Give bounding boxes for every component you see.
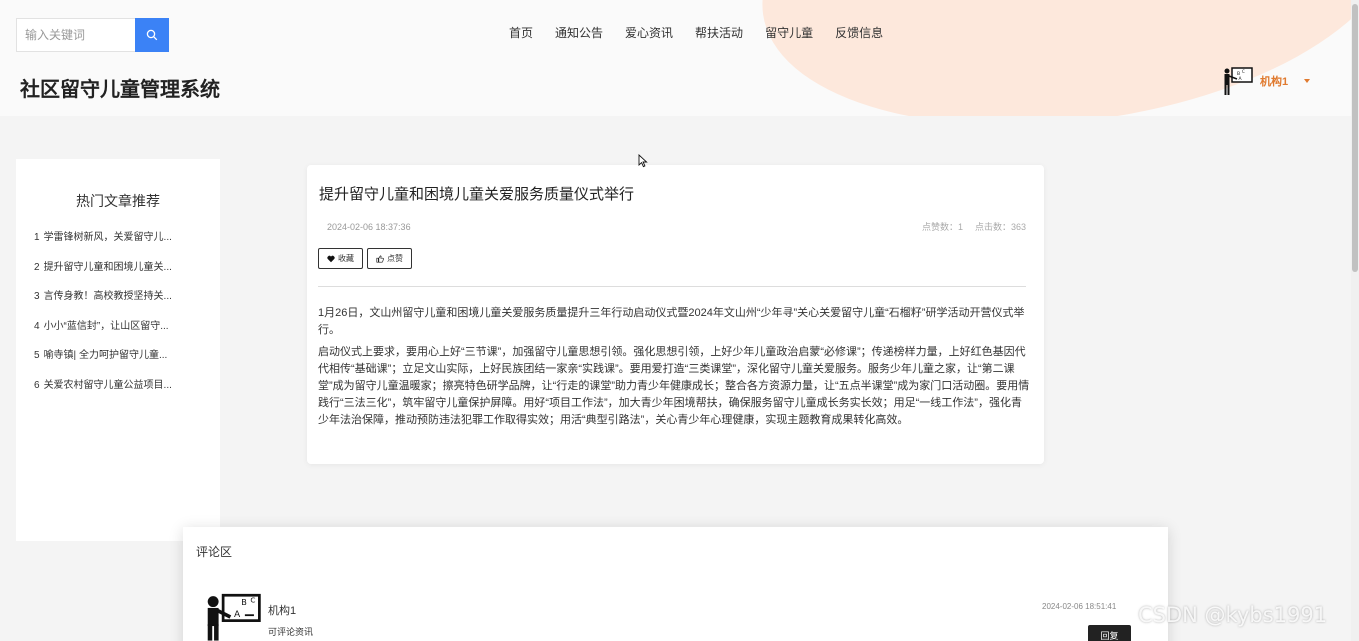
search-icon [146, 29, 158, 41]
article-divider [318, 286, 1026, 287]
article-paragraph: 启动仪式上要求，要用心上好“三节课”，加强留守儿童思想引领。强化思想引领，上好少… [318, 346, 1030, 426]
hot-article-item[interactable]: 5 喻寺镇| 全力呵护留守儿童... [34, 349, 184, 379]
hot-article-item[interactable]: 2 提升留守儿童和困境儿童关... [34, 261, 184, 291]
user-name: 机构1 [1260, 76, 1289, 88]
hot-article-item[interactable]: 6 关爱农村留守儿童公益项目... [34, 379, 184, 409]
site-title: 社区留守儿童管理系统 [20, 79, 220, 101]
comment-text: 可评论资讯 [268, 627, 314, 637]
hot-articles-title: 热门文章推荐 [76, 193, 160, 209]
favorite-button[interactable]: 收藏 [318, 248, 363, 269]
svg-text:C: C [250, 596, 255, 605]
header-decoration [742, 0, 1359, 116]
article-actions: 收藏 点赞 [318, 248, 412, 269]
nav-aid-activities[interactable]: 帮扶活动 [695, 24, 743, 41]
caret-down-icon [1304, 79, 1311, 83]
like-count: 点赞数：1 [921, 222, 963, 232]
nav-feedback[interactable]: 反馈信息 [835, 24, 883, 41]
svg-text:A: A [234, 610, 241, 620]
thumb-up-icon [376, 254, 384, 263]
search-box [16, 18, 169, 52]
comment-section: 评论区 B C A 机构1 可评论资讯 2024-02-06 18:51:41 … [183, 527, 1168, 641]
teacher-avatar-icon: B C A [207, 593, 261, 641]
hot-article-item[interactable]: 1 学雷锋树新风，关爱留守儿... [34, 231, 184, 261]
search-button[interactable] [135, 18, 169, 52]
nav-charity-news[interactable]: 爱心资讯 [625, 24, 673, 41]
reply-button[interactable]: 回复 [1088, 625, 1131, 641]
svg-text:B: B [1237, 71, 1240, 77]
search-input[interactable] [16, 18, 135, 52]
article-card: 提升留守儿童和困境儿童关爱服务质量仪式举行 2024-02-06 18:37:3… [307, 165, 1044, 464]
svg-text:C: C [1242, 69, 1245, 74]
scrollbar-thumb[interactable] [1352, 4, 1358, 272]
comment-author: 机构1 [268, 605, 297, 617]
article-paragraph: 1月26日，文山州留守儿童和困境儿童关爱服务质量提升三年行动启动仪式暨2024年… [318, 307, 1025, 336]
article-title: 提升留守儿童和困境儿童关爱服务质量仪式举行 [319, 186, 635, 203]
article-body: 1月26日，文山州留守儿童和困境儿童关爱服务质量提升三年行动启动仪式暨2024年… [318, 305, 1030, 434]
teacher-avatar-icon: B C A [1224, 67, 1253, 95]
article-stats: 点赞数：1 点击数：363 [922, 220, 1026, 233]
nav-notices[interactable]: 通知公告 [555, 24, 603, 41]
article-date: 2024-02-06 18:37:36 [327, 222, 411, 232]
watermark: CSDN @kybs1991 [1138, 603, 1328, 627]
comment-time: 2024-02-06 18:51:41 [1042, 602, 1117, 611]
hot-article-item[interactable]: 3 言传身教！高校教授坚持关... [34, 290, 184, 320]
nav-home[interactable]: 首页 [509, 24, 533, 41]
header: 首页 通知公告 爱心资讯 帮扶活动 留守儿童 反馈信息 社区留守儿童管理系统 B… [0, 0, 1359, 116]
hot-articles-panel: 热门文章推荐 1 学雷锋树新风，关爱留守儿... 2 提升留守儿童和困境儿童关...… [16, 159, 220, 541]
heart-icon [327, 255, 335, 262]
hot-articles-list: 1 学雷锋树新风，关爱留守儿... 2 提升留守儿童和困境儿童关... 3 言传身教！… [16, 231, 220, 408]
comment-section-title: 评论区 [196, 545, 233, 559]
user-menu[interactable]: B C A 机构1 [1222, 66, 1311, 96]
hot-article-item[interactable]: 4 小小“蓝信封”，让山区留守... [34, 320, 184, 350]
cursor-icon [638, 154, 648, 168]
like-button[interactable]: 点赞 [367, 248, 412, 269]
click-count: 点击数：363 [974, 222, 1026, 232]
svg-text:B: B [241, 597, 247, 607]
top-nav: 首页 通知公告 爱心资讯 帮扶活动 留守儿童 反馈信息 [509, 24, 883, 41]
nav-left-behind-children[interactable]: 留守儿童 [765, 24, 813, 41]
